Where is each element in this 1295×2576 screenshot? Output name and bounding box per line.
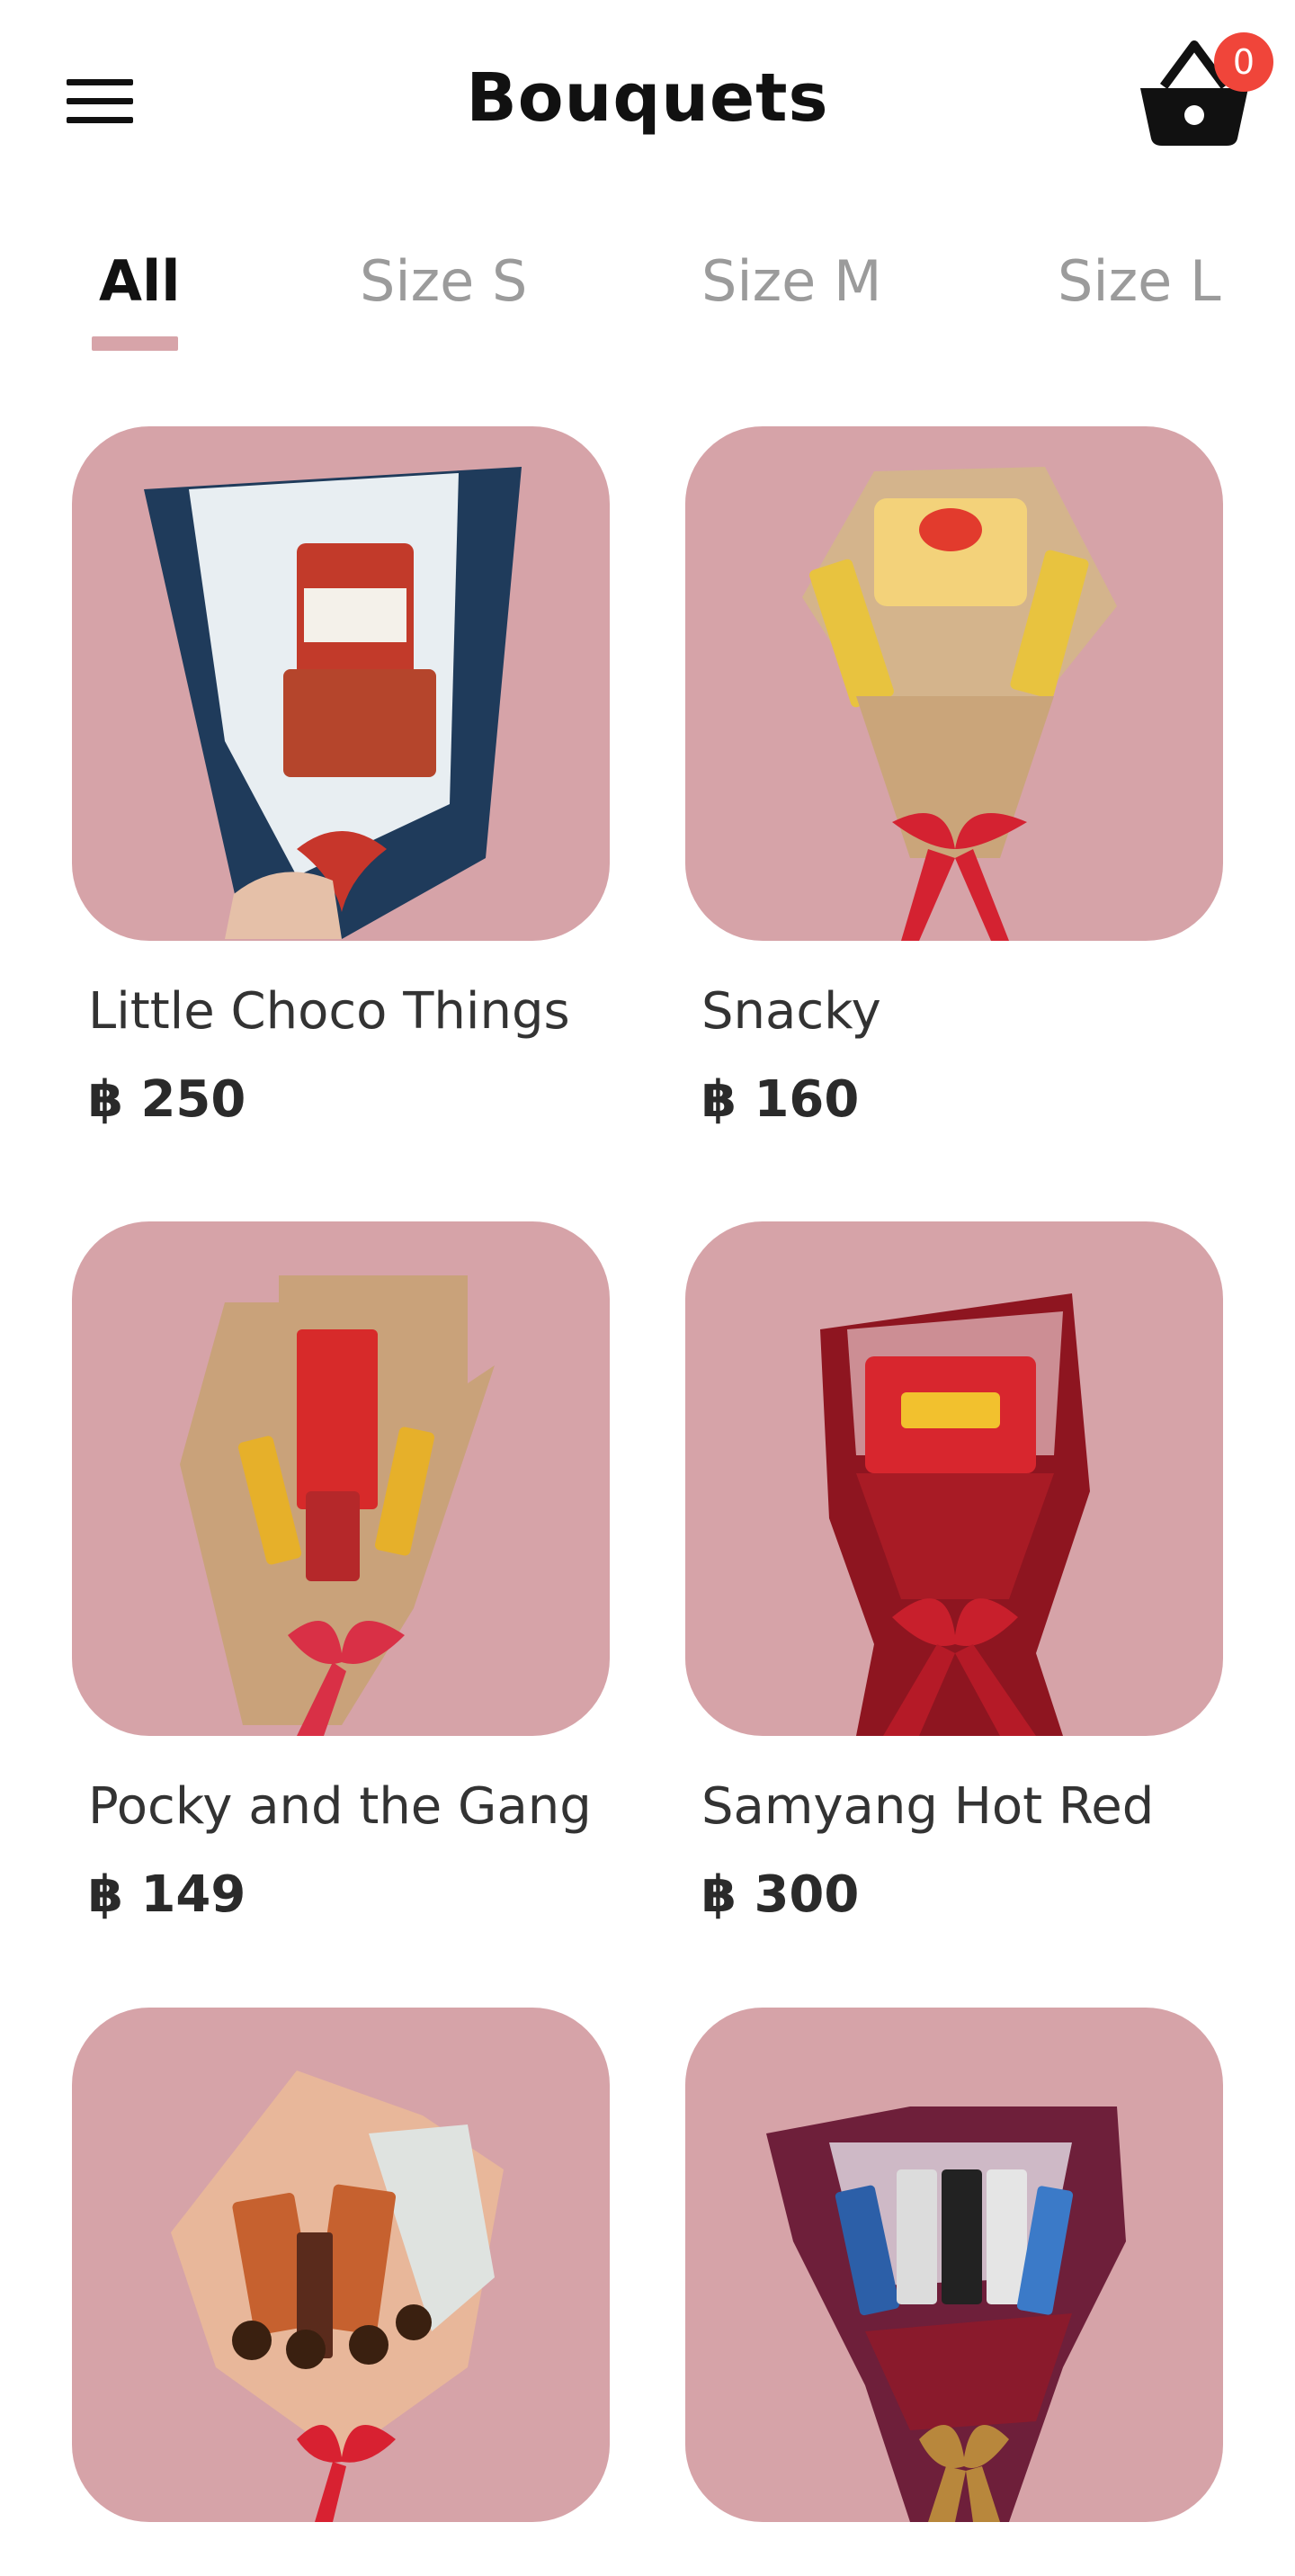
tab-size-l[interactable]: Size L [1058,248,1221,314]
product-name: Little Choco Things [88,982,570,1041]
app-header: Bouquets 0 [0,0,1295,198]
product-card[interactable]: Little Choco Things ฿ 250 [72,426,610,1164]
product-card[interactable] [72,2008,610,2576]
product-price: ฿ 149 [88,1865,246,1924]
product-name: Snacky [701,982,881,1041]
tab-size-s[interactable]: Size S [360,248,527,314]
product-image [685,2008,1223,2522]
product-card[interactable]: Samyang Hot Red ฿ 300 [685,1221,1223,1959]
product-image [72,1221,610,1736]
product-name: Samyang Hot Red [701,1777,1155,1836]
product-card[interactable] [685,2008,1223,2576]
product-image [72,426,610,941]
product-image [72,2008,610,2522]
tab-size-m[interactable]: Size M [701,248,881,314]
product-card[interactable]: Snacky ฿ 160 [685,426,1223,1164]
product-name: Pocky and the Gang [88,1777,592,1836]
cart-button[interactable]: 0 [1131,32,1273,149]
cart-count-badge: 0 [1214,32,1273,92]
product-price: ฿ 300 [701,1865,860,1924]
size-tabs: All Size S Size M Size L [0,234,1295,360]
tab-all[interactable]: All [99,248,181,314]
product-image [685,426,1223,941]
page-title: Bouquets [466,59,829,137]
product-price: ฿ 250 [88,1070,246,1129]
active-tab-indicator [92,336,178,351]
product-price: ฿ 160 [701,1070,860,1129]
product-card[interactable]: Pocky and the Gang ฿ 149 [72,1221,610,1959]
product-image [685,1221,1223,1736]
